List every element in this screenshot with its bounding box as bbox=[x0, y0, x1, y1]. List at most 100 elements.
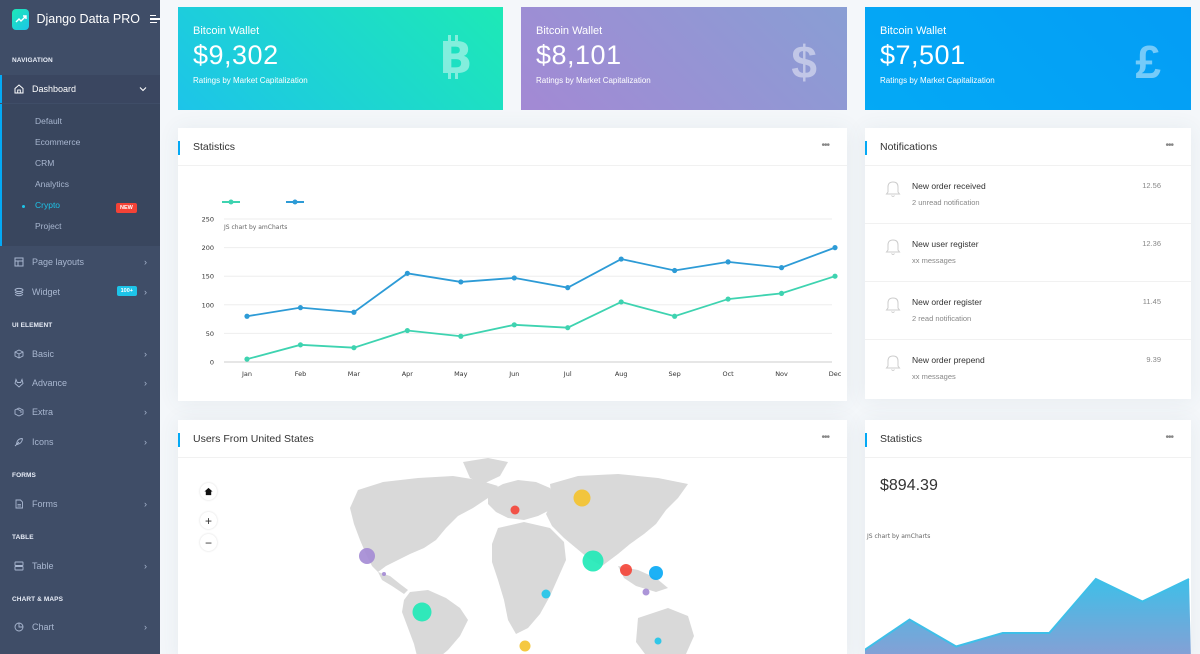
map-bubble[interactable] bbox=[654, 637, 662, 645]
map-bubble[interactable] bbox=[541, 589, 551, 599]
data-point[interactable] bbox=[511, 322, 517, 328]
layout-icon bbox=[13, 256, 25, 268]
statistics-value: $894.39 bbox=[880, 477, 938, 494]
notification-time: 11.45 bbox=[1142, 297, 1161, 306]
data-point[interactable] bbox=[832, 273, 838, 279]
notification-subtitle: xx messages bbox=[912, 256, 956, 265]
data-point[interactable] bbox=[832, 245, 838, 251]
sidebar-item-advance[interactable]: Advance › bbox=[0, 369, 160, 397]
submenu-item-analytics[interactable]: Analytics bbox=[35, 179, 69, 189]
sidebar-item-label: Advance bbox=[32, 378, 68, 388]
data-point[interactable] bbox=[404, 270, 410, 276]
sidebar-item-icons[interactable]: Icons › bbox=[0, 428, 160, 456]
data-point[interactable] bbox=[565, 285, 571, 291]
sidebar-item-label: Icons bbox=[32, 437, 54, 447]
world-map[interactable] bbox=[178, 458, 847, 654]
data-point[interactable] bbox=[778, 290, 785, 296]
bitcoin-icon: B bbox=[439, 33, 473, 90]
more-menu-icon[interactable]: ••• bbox=[1165, 432, 1173, 443]
menu-icon[interactable] bbox=[150, 13, 160, 25]
amcharts-credit: JS chart by amCharts bbox=[867, 533, 931, 540]
map-bubble[interactable] bbox=[582, 550, 604, 572]
data-point[interactable] bbox=[511, 275, 517, 281]
y-tick-label: 0 bbox=[210, 359, 214, 367]
map-bubble[interactable] bbox=[359, 548, 375, 564]
notification-item[interactable]: New order received 2 unread notification 1… bbox=[865, 166, 1191, 224]
x-tick-label: Apr bbox=[402, 370, 414, 378]
data-point[interactable] bbox=[725, 296, 731, 302]
sidebar-item-chart[interactable]: Chart › bbox=[0, 613, 160, 641]
sidebar-item-dashboard[interactable]: Dashboard bbox=[0, 75, 160, 103]
submenu-item-default[interactable]: Default bbox=[35, 116, 62, 126]
map-bubble[interactable] bbox=[642, 588, 650, 596]
data-point[interactable] bbox=[672, 267, 678, 274]
sidebar-item-basic[interactable]: Basic › bbox=[0, 340, 160, 368]
notification-item[interactable]: New order register 2 read notification 11.… bbox=[865, 282, 1191, 340]
brand-title: Django Datta PRO bbox=[36, 12, 140, 26]
data-point[interactable] bbox=[351, 345, 357, 351]
more-menu-icon[interactable]: ••• bbox=[821, 140, 829, 151]
home-icon bbox=[13, 83, 25, 95]
map-bubble[interactable] bbox=[382, 572, 386, 576]
submenu-item-project[interactable]: Project bbox=[35, 221, 61, 231]
notification-item[interactable]: New user register xx messages 12.36 bbox=[865, 224, 1191, 282]
sidebar-item-forms[interactable]: Forms › bbox=[0, 490, 160, 518]
sidebar-item-label: Dashboard bbox=[32, 84, 77, 94]
sidebar-item-table[interactable]: Table › bbox=[0, 552, 160, 580]
data-point[interactable] bbox=[404, 327, 410, 334]
series-line-1 bbox=[246, 246, 836, 318]
data-point[interactable] bbox=[458, 279, 464, 285]
data-point[interactable] bbox=[565, 325, 571, 331]
chevron-right-icon: › bbox=[144, 287, 147, 297]
data-point[interactable] bbox=[351, 309, 357, 315]
data-point[interactable] bbox=[244, 313, 250, 319]
notifications-card: Notifications ••• New order received 2 un… bbox=[865, 128, 1191, 399]
submenu-item-crm[interactable]: CRM bbox=[35, 158, 54, 168]
pie-chart-icon bbox=[13, 621, 25, 633]
statistics-small-card: Statistics ••• $894.39 JS chart by amCha… bbox=[865, 420, 1191, 654]
map-bubble[interactable] bbox=[573, 489, 591, 507]
package-icon bbox=[13, 406, 25, 418]
data-point[interactable] bbox=[297, 342, 304, 348]
more-menu-icon[interactable]: ••• bbox=[1165, 140, 1173, 151]
sidebar-item-page-layouts[interactable]: Page layouts › bbox=[0, 248, 160, 276]
wallet-title: Bitcoin Wallet bbox=[880, 25, 947, 37]
submenu-item-ecommerce[interactable]: Ecommerce bbox=[35, 137, 80, 147]
data-point[interactable] bbox=[618, 256, 624, 262]
svg-text:B: B bbox=[439, 35, 473, 79]
data-point[interactable] bbox=[618, 299, 624, 305]
map-bubble[interactable] bbox=[620, 564, 632, 576]
server-icon bbox=[13, 560, 25, 572]
data-point[interactable] bbox=[725, 259, 731, 265]
data-point[interactable] bbox=[244, 356, 250, 362]
sidebar-item-widget[interactable]: Widget 100+ › bbox=[0, 278, 160, 306]
sidebar-item-extra[interactable]: Extra › bbox=[0, 398, 160, 426]
chevron-right-icon: › bbox=[144, 378, 147, 388]
statistics-card: Statistics ••• 0 50 100 150 200 250 JS chart b… bbox=[178, 128, 847, 401]
submenu-item-crypto[interactable]: Crypto bbox=[35, 200, 60, 210]
users-map-card: Users From United States ••• + − bbox=[178, 420, 847, 654]
gitlab-icon bbox=[13, 377, 25, 389]
chevron-right-icon: › bbox=[144, 349, 147, 359]
map-bubble[interactable] bbox=[510, 505, 520, 515]
trending-up-icon[interactable] bbox=[12, 8, 30, 30]
data-point[interactable] bbox=[778, 265, 785, 271]
chevron-right-icon: › bbox=[144, 499, 147, 509]
bell-icon bbox=[885, 238, 901, 261]
notification-item[interactable]: New order prepend xx messages 9.39 bbox=[865, 340, 1191, 398]
chevron-down-icon bbox=[139, 84, 147, 94]
wallet-subtitle: Ratings by Market Capitalization bbox=[536, 76, 651, 85]
sidebar-item-label: Extra bbox=[32, 407, 54, 417]
continent-asia bbox=[546, 474, 688, 566]
map-bubble[interactable] bbox=[519, 640, 531, 652]
map-bubble[interactable] bbox=[412, 602, 432, 622]
y-tick-label: 50 bbox=[206, 330, 214, 338]
chevron-right-icon: › bbox=[144, 407, 147, 417]
data-point[interactable] bbox=[458, 333, 464, 339]
data-point[interactable] bbox=[672, 313, 678, 319]
x-tick-label: Feb bbox=[295, 370, 307, 378]
more-menu-icon[interactable]: ••• bbox=[821, 432, 829, 443]
data-point[interactable] bbox=[297, 305, 304, 311]
map-bubble[interactable] bbox=[649, 566, 663, 580]
x-tick-label: Aug bbox=[615, 370, 628, 378]
